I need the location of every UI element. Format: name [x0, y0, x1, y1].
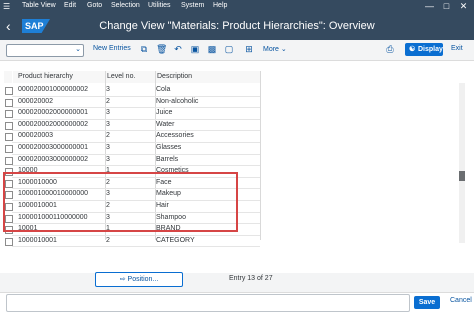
- table-row[interactable]: 1000010001 2 CATEGORY: [4, 236, 459, 247]
- cell-description: Non-alcoholic: [156, 97, 199, 105]
- table-row[interactable]: 000020002000000001 3 Juice: [4, 108, 459, 119]
- cell-description: Glasses: [156, 144, 182, 151]
- menu-selection[interactable]: Selection: [111, 2, 140, 9]
- minimize-icon[interactable]: —: [424, 1, 435, 12]
- row-checkbox[interactable]: [5, 237, 13, 246]
- cell-level-no: 2: [106, 97, 110, 105]
- exit-button[interactable]: Exit: [451, 45, 463, 52]
- cell-product-hierarchy: 000020002000000001: [18, 109, 89, 117]
- status-field: [6, 294, 410, 312]
- print-icon[interactable]: ⎙: [385, 44, 395, 54]
- row-checkbox[interactable]: [5, 133, 13, 142]
- menu-bar: ☰ Table View Edit Goto Selection Utiliti…: [0, 0, 474, 13]
- table-row[interactable]: 000020003000000002 3 Barrels: [4, 155, 459, 166]
- select-block-icon[interactable]: ▩: [207, 44, 217, 54]
- display-button[interactable]: ☯ Display: [405, 43, 443, 56]
- title-bar: ‹ SAP Change View "Materials: Product Hi…: [0, 13, 474, 40]
- position-button[interactable]: ⇨ Position...: [95, 272, 183, 287]
- cell-level-no: 3: [106, 155, 110, 163]
- row-checkbox[interactable]: [5, 156, 13, 165]
- page-title: Change View "Materials: Product Hierarch…: [99, 20, 375, 32]
- maximize-icon[interactable]: □: [441, 1, 452, 12]
- row-checkbox[interactable]: [5, 121, 13, 130]
- menu-goto[interactable]: Goto: [87, 2, 102, 9]
- more-button[interactable]: More ⌄: [263, 45, 287, 53]
- cell-description: Cola: [156, 86, 171, 93]
- table-row[interactable]: 000020003 2 Accessories: [4, 131, 459, 142]
- row-checkbox[interactable]: [5, 87, 13, 95]
- menu-utilities[interactable]: Utilities: [148, 2, 171, 9]
- more-label: More: [263, 46, 279, 53]
- display-label: Display: [418, 46, 443, 53]
- table-row[interactable]: 000020002000000002 3 Water: [4, 120, 459, 131]
- delete-icon[interactable]: 🗑: [156, 44, 167, 54]
- highlight-box: [3, 172, 238, 232]
- toolbar: ⌄ New Entries ⧉ 🗑 ↶ ▣ ▩ ▢ ⊞ More ⌄ ⎙ ☯ D…: [0, 40, 474, 61]
- close-icon[interactable]: ✕: [458, 1, 469, 12]
- content-area: Product hierarchy Level no. Description …: [0, 61, 474, 273]
- chevron-down-icon[interactable]: ⌄: [75, 45, 81, 53]
- menu-help[interactable]: Help: [213, 2, 227, 9]
- menu-icon[interactable]: ☰: [3, 2, 13, 11]
- table-row[interactable]: 000020001000000002 3 Cola: [4, 85, 459, 96]
- cell-description: Juice: [156, 109, 173, 117]
- cell-level-no: 2: [106, 132, 110, 140]
- menu-system[interactable]: System: [181, 2, 204, 9]
- table-row[interactable]: 000020002 2 Non-alcoholic: [4, 97, 459, 108]
- cell-product-hierarchy: 000020003: [18, 132, 54, 140]
- cell-product-hierarchy: 000020002000000002: [18, 120, 89, 128]
- cell-description: Water: [156, 120, 175, 128]
- cell-level-no: 2: [106, 236, 110, 244]
- new-entries-button[interactable]: New Entries: [93, 45, 131, 52]
- cell-product-hierarchy: 1000010001: [18, 236, 57, 244]
- row-checkbox[interactable]: [5, 98, 13, 107]
- menu-table-view[interactable]: Table View: [22, 2, 56, 9]
- table-row[interactable]: 000020003000000001 3 Glasses: [4, 143, 459, 154]
- select-all-icon[interactable]: ▣: [190, 44, 200, 54]
- copy-icon[interactable]: ⧉: [139, 44, 149, 54]
- cell-product-hierarchy: 000020003000000002: [18, 155, 89, 163]
- row-checkbox[interactable]: [5, 110, 13, 119]
- row-checkbox[interactable]: [5, 145, 13, 153]
- cell-description: CATEGORY: [156, 236, 195, 244]
- select-all-header[interactable]: [4, 71, 12, 83]
- details-icon[interactable]: ⊞: [244, 44, 254, 54]
- hierarchy-table: Product hierarchy Level no. Description …: [4, 71, 465, 271]
- deselect-all-icon[interactable]: ▢: [224, 44, 234, 54]
- cell-level-no: 3: [106, 144, 110, 151]
- cell-level-no: 3: [106, 120, 110, 128]
- save-button[interactable]: Save: [414, 296, 440, 309]
- header-product-hierarchy[interactable]: Product hierarchy: [13, 71, 105, 83]
- cancel-button[interactable]: Cancel: [450, 297, 472, 304]
- cell-product-hierarchy: 000020002: [18, 97, 54, 105]
- vertical-scrollbar[interactable]: [459, 83, 465, 243]
- cell-level-no: 3: [106, 86, 110, 93]
- entry-info: Entry 13 of 27: [229, 275, 273, 282]
- glasses-icon: ☯: [409, 46, 416, 53]
- scrollbar-thumb[interactable]: [459, 171, 465, 181]
- position-label: Position...: [127, 276, 159, 283]
- row-divider: [12, 246, 260, 248]
- menu-edit[interactable]: Edit: [64, 2, 76, 9]
- header-description[interactable]: Description: [155, 71, 260, 83]
- cell-product-hierarchy: 000020003000000001: [18, 144, 89, 151]
- cell-level-no: 3: [106, 109, 110, 117]
- header-level-no[interactable]: Level no.: [105, 71, 155, 83]
- cell-description: Accessories: [156, 132, 194, 140]
- command-field[interactable]: ⌄: [6, 44, 84, 57]
- cell-description: Barrels: [156, 155, 179, 163]
- cell-product-hierarchy: 000020001000000002: [18, 86, 89, 93]
- undo-icon[interactable]: ↶: [173, 44, 183, 54]
